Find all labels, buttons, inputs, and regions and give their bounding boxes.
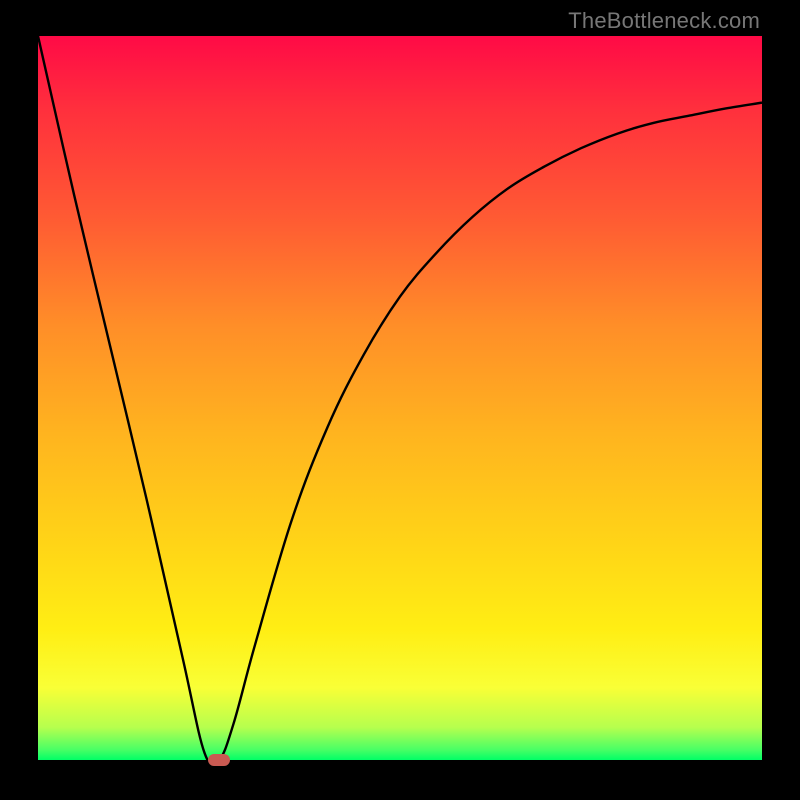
chart-frame: TheBottleneck.com xyxy=(0,0,800,800)
curve-svg xyxy=(38,36,762,760)
bottleneck-curve xyxy=(38,36,762,760)
watermark-text: TheBottleneck.com xyxy=(568,8,760,34)
optimum-marker xyxy=(208,754,230,766)
plot-area xyxy=(38,36,762,760)
